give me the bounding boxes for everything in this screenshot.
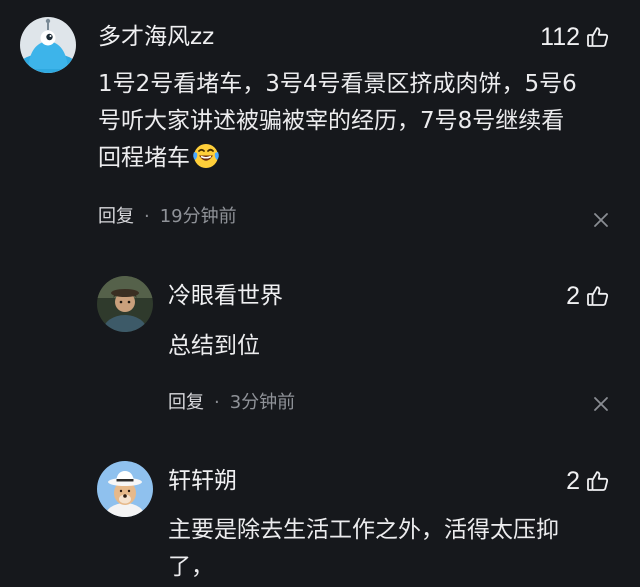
comment-text: 1号2号看堵车，3号4号看景区挤成肉饼，5号6 号听大家讲述被骗被宰的经历，7号…: [98, 66, 618, 182]
comment-text-line: 回程堵车: [98, 145, 190, 171]
comment-text-line: 号听大家讲述被骗被宰的经历，7号8号继续看: [98, 108, 565, 134]
username[interactable]: 冷眼看世界: [168, 281, 283, 311]
thumbs-up-icon: [586, 25, 610, 49]
separator-dot: ·: [144, 206, 150, 227]
comment-text: 主要是除去生活工作之外，活得太压抑 了，: [168, 512, 618, 586]
like-count: 2: [566, 282, 580, 310]
username[interactable]: 轩轩朔: [168, 466, 237, 496]
like-count: 112: [540, 23, 580, 51]
like-button[interactable]: 2: [566, 281, 610, 311]
comment-text-line: 了，: [168, 554, 214, 580]
avatar[interactable]: [97, 461, 153, 517]
like-button[interactable]: 2: [566, 466, 610, 496]
timestamp: 19分钟前: [159, 206, 237, 227]
avatar[interactable]: [20, 17, 76, 73]
comment-meta: 回复 · 19分钟前: [98, 205, 237, 229]
thumbs-up-icon: [586, 284, 610, 308]
thumbs-up-icon: [586, 469, 610, 493]
comment-text-line: 主要是除去生活工作之外，活得太压抑: [168, 517, 559, 543]
comment-text-line-wrap: 回程堵车: [98, 140, 618, 182]
separator-dot: ·: [214, 392, 220, 413]
like-count: 2: [566, 467, 580, 495]
close-icon[interactable]: [592, 395, 610, 413]
close-icon[interactable]: [592, 211, 610, 229]
like-button[interactable]: 112: [540, 22, 610, 52]
reply-button[interactable]: 回复: [168, 391, 204, 415]
comment-text: 总结到位: [168, 333, 260, 359]
avatar[interactable]: [97, 276, 153, 332]
comment-text-line: 1号2号看堵车，3号4号看景区挤成肉饼，5号6: [98, 71, 577, 97]
comment-meta: 回复 · 3分钟前: [168, 391, 295, 415]
laughing-crying-emoji-icon: [192, 142, 220, 182]
username[interactable]: 多才海风zz: [98, 22, 214, 52]
reply-button[interactable]: 回复: [98, 205, 134, 229]
timestamp: 3分钟前: [229, 392, 296, 413]
